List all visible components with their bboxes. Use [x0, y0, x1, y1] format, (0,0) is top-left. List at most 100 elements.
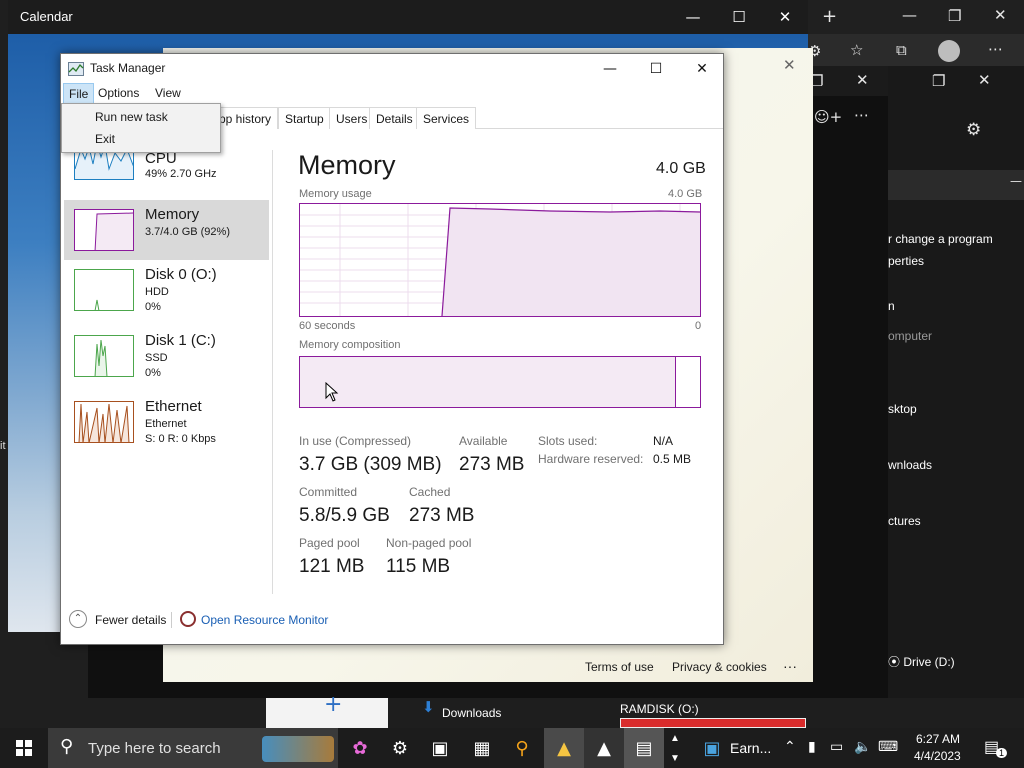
tab-users[interactable]: Users	[329, 107, 375, 129]
battery-icon[interactable]: ▮	[808, 738, 816, 755]
privacy-close-icon[interactable]: ✕	[783, 56, 796, 74]
taskbar-search-box[interactable]: ⚲ Type here to search	[48, 728, 338, 768]
paged-pool-label: Paged pool	[299, 536, 360, 550]
explorer-item[interactable]: sktop	[888, 402, 1024, 416]
task-manager-taskbar-icon[interactable]: ▤	[624, 728, 664, 768]
file-explorer-icon[interactable]: ▲	[544, 728, 584, 768]
privacy-link[interactable]: Privacy & cookies	[672, 660, 767, 674]
volume-icon[interactable]: 🔈	[854, 738, 871, 755]
explorer-item[interactable]: omputer	[888, 329, 1024, 343]
tm-close-button[interactable]: ✕	[679, 54, 723, 84]
settings-gear-icon[interactable]: ⚙	[966, 120, 981, 140]
cpu-usage: 49% 2.70 GHz	[145, 168, 217, 180]
memory-thumbnail	[74, 209, 134, 251]
tray-chevron-icon[interactable]: ⌃	[784, 738, 796, 755]
memory-heading: Memory	[298, 150, 396, 180]
paint-app-icon[interactable]: ✿	[340, 728, 380, 768]
explorer-header-strip	[888, 170, 1024, 200]
browser-toolbar: ⚙ ☆ ⧉ ⋯	[808, 34, 1024, 68]
explorer-close-icon[interactable]: ✕	[978, 71, 991, 89]
taskbar-scroll[interactable]: ▲ ▼	[668, 728, 682, 768]
terms-link[interactable]: Terms of use	[585, 660, 654, 674]
new-tab-icon[interactable]: +	[822, 6, 837, 27]
menu-view[interactable]: View	[150, 83, 186, 104]
dark-close-icon[interactable]: ✕	[856, 71, 869, 89]
explorer-item[interactable]: n	[888, 299, 1024, 313]
disk1-type: SSD	[145, 352, 168, 364]
explorer-item[interactable]: ⦿ Drive (D:)	[888, 653, 1024, 670]
exit-item[interactable]: Exit	[62, 128, 220, 150]
browser-restore-icon[interactable]: ❐	[948, 7, 961, 25]
committed-value: 5.8/5.9 GB	[299, 505, 390, 526]
explorer-restore-icon[interactable]: ❐	[932, 72, 945, 90]
photos-icon[interactable]: ▲	[584, 728, 624, 768]
scroll-down-icon[interactable]: ▼	[670, 753, 680, 764]
clock-time[interactable]: 6:27 AM	[916, 732, 960, 746]
task-manager-title: Task Manager	[90, 61, 166, 75]
explorer-strip-minimize[interactable]: —	[1010, 174, 1022, 188]
ramdisk-label[interactable]: RAMDISK (O:)	[620, 702, 699, 716]
menu-file[interactable]: File	[63, 83, 95, 104]
tm-minimize-button[interactable]: —	[587, 54, 633, 84]
browser-menu-icon[interactable]: ⋯	[988, 40, 1003, 58]
browser-minimize-icon[interactable]: —	[902, 6, 917, 24]
memory-label: Memory	[145, 206, 200, 223]
menu-options[interactable]: Options	[93, 83, 144, 104]
disk1-label: Disk 1 (C:)	[145, 332, 216, 349]
search-icon: ⚲	[60, 736, 74, 757]
cached-label: Cached	[409, 485, 451, 499]
sidebar-item-disk0[interactable]: Disk 0 (O:) HDD 0%	[64, 260, 269, 320]
calendar-titlebar: Calendar — ☐ ✕	[8, 0, 808, 34]
tm-maximize-button[interactable]: ☐	[633, 54, 679, 84]
downloads-item[interactable]: Downloads	[442, 706, 501, 720]
footer-more-icon[interactable]: ···	[783, 658, 797, 674]
committed-label: Committed	[299, 485, 358, 499]
ethernet-graph	[78, 403, 130, 442]
tab-details[interactable]: Details	[369, 107, 420, 129]
explorer-strip: + ⬇ Downloads RAMDISK (O:)	[266, 692, 1024, 728]
camera-icon[interactable]: ▣	[420, 728, 460, 768]
sidebar-item-disk1[interactable]: Disk 1 (C:) SSD 0%	[64, 326, 269, 386]
open-resource-monitor-link[interactable]: Open Resource Monitor	[201, 613, 328, 627]
tm-bottom-bar: ⌃ Fewer details Open Resource Monitor	[61, 606, 723, 636]
graph-x-right: 0	[695, 320, 702, 332]
sidebar-item-memory[interactable]: Memory 3.7/4.0 GB (92%)	[64, 200, 269, 260]
chevron-up-icon[interactable]: ⌃	[69, 610, 87, 628]
tab-services[interactable]: Services	[416, 107, 477, 129]
scroll-up-icon[interactable]: ▲	[670, 733, 680, 744]
collections-icon[interactable]: ⧉	[896, 41, 907, 59]
file-menu-dropdown: Run new task Exit	[61, 103, 221, 153]
explorer-item[interactable]: ctures	[888, 514, 1024, 528]
calendar-close-button[interactable]: ✕	[762, 0, 808, 34]
explorer-item[interactable]: perties	[888, 254, 1024, 268]
keyboard-icon[interactable]: ⌨	[878, 738, 898, 755]
magnifier-app-icon[interactable]: ⚲	[502, 728, 542, 768]
memory-composition-bar	[299, 356, 701, 408]
document-icon[interactable]: ▣	[692, 728, 732, 768]
calendar-minimize-button[interactable]: —	[670, 0, 716, 34]
composition-free-segment	[676, 357, 700, 407]
explorer-item[interactable]: r change a program	[888, 232, 1024, 246]
calendar-app-icon[interactable]: ▦	[462, 728, 502, 768]
start-button[interactable]	[4, 728, 44, 768]
network-icon[interactable]: ▭	[830, 738, 843, 755]
notification-badge: 1	[996, 748, 1008, 758]
explorer-item[interactable]: wnloads	[888, 458, 1024, 472]
search-highlight-image	[262, 736, 334, 762]
add-user-icon[interactable]: ☺+	[814, 108, 842, 126]
calendar-maximize-button[interactable]: ☐	[716, 0, 762, 34]
clock-date[interactable]: 4/4/2023	[914, 749, 961, 763]
favorites-icon[interactable]: ☆	[850, 41, 863, 59]
dark-more-icon[interactable]: ⋯	[854, 106, 869, 124]
strip-light-panel: +	[266, 692, 388, 728]
browser-close-icon[interactable]: ✕	[994, 6, 1007, 24]
profile-avatar[interactable]	[938, 40, 960, 62]
run-new-task-item[interactable]: Run new task	[62, 106, 220, 128]
tab-app-history[interactable]: pp history	[213, 107, 279, 129]
tab-startup[interactable]: Startup	[278, 107, 331, 129]
earn-app-label[interactable]: Earn...	[730, 740, 771, 756]
sidebar-item-ethernet[interactable]: Ethernet Ethernet S: 0 R: 0 Kbps	[64, 392, 269, 452]
sidebar-divider	[272, 150, 273, 594]
fewer-details-button[interactable]: Fewer details	[95, 613, 166, 627]
settings-icon[interactable]: ⚙	[380, 728, 420, 768]
